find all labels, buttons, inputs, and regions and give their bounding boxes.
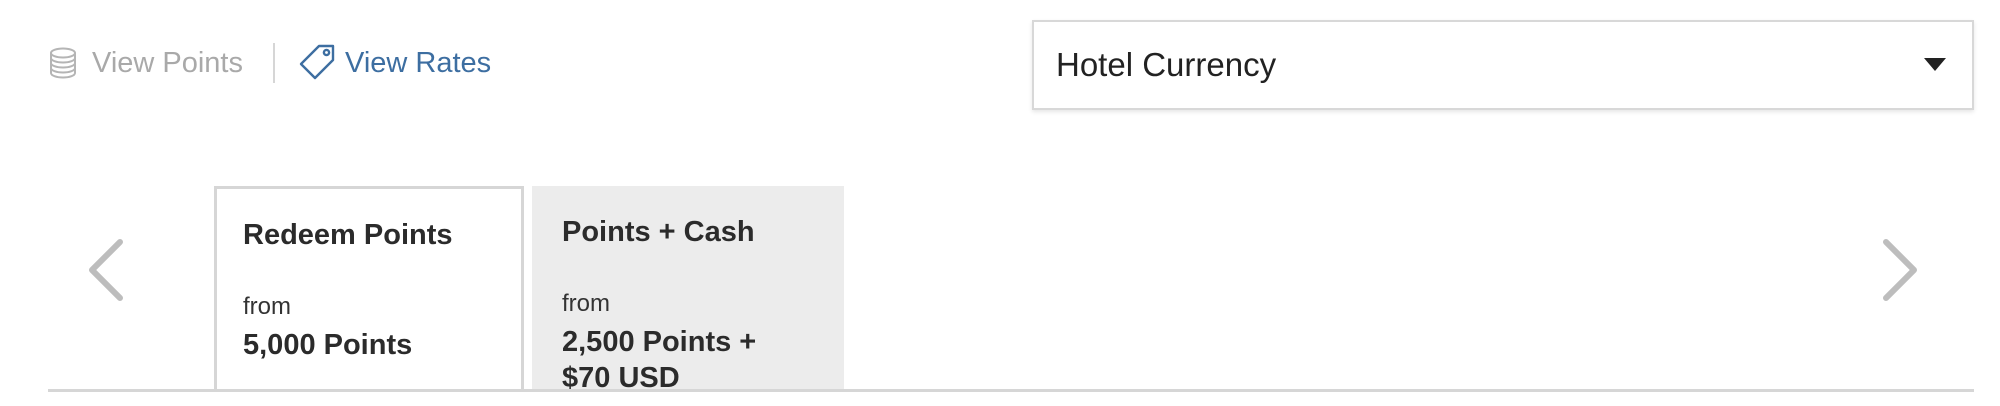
rate-tab-from-label: from	[562, 290, 610, 317]
rate-tab-price: 2,500 Points + $70 USD	[562, 326, 757, 394]
carousel-prev-button[interactable]	[86, 238, 126, 307]
rate-tab-title: Points + Cash	[562, 216, 755, 248]
currency-selected-value: Hotel Currency	[1056, 46, 1277, 83]
coins-stack-icon	[50, 47, 76, 79]
view-points-label: View Points	[92, 46, 243, 79]
rate-tab-price: 5,000 Points	[243, 329, 413, 361]
toggle-divider	[273, 43, 275, 83]
carousel-next-button[interactable]	[1880, 238, 1920, 307]
price-tag-icon	[299, 44, 335, 80]
view-rates-label: View Rates	[345, 46, 492, 79]
tab-baseline-divider	[48, 389, 1974, 392]
view-points-link[interactable]: View Points	[46, 44, 243, 82]
chevron-right-icon	[1883, 239, 1917, 301]
currency-dropdown[interactable]: Hotel Currency	[1032, 20, 1974, 110]
chevron-left-icon	[89, 239, 123, 301]
rate-tab-points-cash[interactable]: Points + Cash from 2,500 Points + $70 US…	[532, 186, 844, 394]
rate-tab-from-label: from	[243, 293, 291, 320]
rate-tab-redeem-points[interactable]: Redeem Points from 5,000 Points	[214, 186, 524, 392]
rate-tab-title: Redeem Points	[243, 219, 453, 251]
view-rates-link[interactable]: View Rates	[297, 43, 491, 83]
view-mode-toggle: View Points View Rates	[46, 40, 491, 86]
chevron-down-icon	[1924, 58, 1946, 71]
